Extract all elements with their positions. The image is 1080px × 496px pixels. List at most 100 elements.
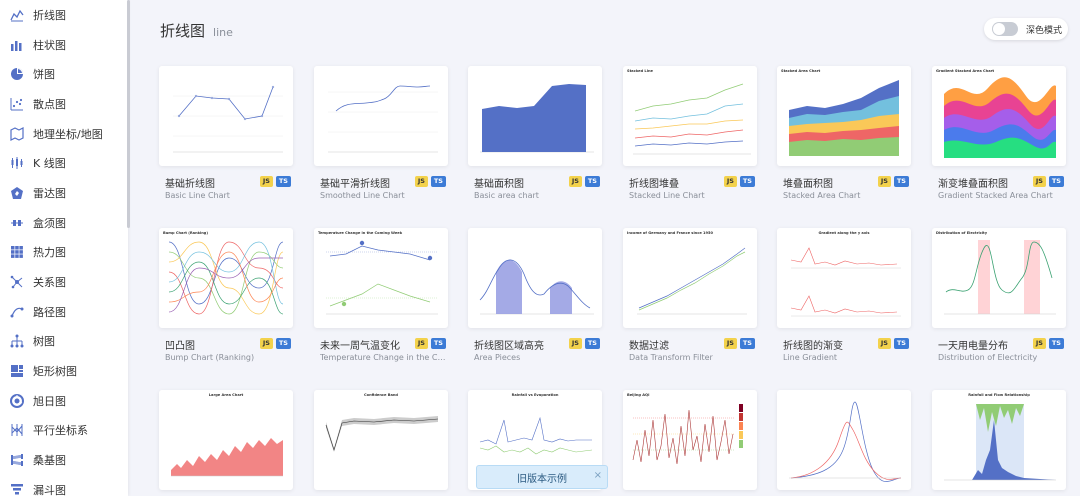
example-card-line-gradient[interactable]: Gradient along the y axis 折线图的渐变 JS TS L…	[777, 228, 911, 362]
card-title[interactable]: 数据过滤	[629, 337, 721, 352]
sidebar-item-label: 漏斗图	[33, 483, 66, 496]
example-card-large-area[interactable]: Large Area Chart	[159, 390, 293, 490]
card-title[interactable]: 基础平滑折线图	[320, 175, 412, 190]
ts-badge[interactable]: TS	[739, 176, 755, 187]
pie-chart-icon	[10, 67, 24, 81]
ts-badge[interactable]: TS	[430, 176, 446, 187]
chart-thumbnail[interactable]	[314, 66, 448, 166]
card-title[interactable]: 未来一周气温变化	[320, 337, 412, 352]
example-card-smoothed-line[interactable]: 基础平滑折线图 JS TS Smoothed Line Chart	[314, 66, 448, 200]
js-badge[interactable]: JS	[723, 338, 737, 349]
card-title[interactable]: 基础面积图	[474, 175, 566, 190]
close-icon[interactable]: ×	[594, 470, 602, 481]
sidebar-item-graph[interactable]: 关系图	[0, 267, 128, 297]
chart-thumbnail[interactable]: Income of Germany and France since 1950	[623, 228, 757, 328]
sidebar-item-map[interactable]: 地理坐标/地图	[0, 119, 128, 149]
chart-thumbnail[interactable]: Rainfall and Flow Relationship	[932, 390, 1066, 490]
sidebar-item-scatter[interactable]: 散点图	[0, 89, 128, 119]
ts-badge[interactable]: TS	[275, 338, 291, 349]
example-card-confidence-band[interactable]: Confidence Band	[314, 390, 448, 490]
js-badge[interactable]: JS	[568, 338, 582, 349]
example-card-basic-line[interactable]: 基础折线图 JS TS Basic Line Chart	[159, 66, 293, 200]
chart-thumbnail[interactable]: Stacked Line	[623, 66, 757, 166]
js-badge[interactable]: JS	[414, 176, 428, 187]
ts-badge[interactable]: TS	[275, 176, 291, 187]
chart-thumbnail[interactable]: Large Area Chart	[159, 390, 293, 490]
sidebar-item-sankey[interactable]: 桑基图	[0, 445, 128, 475]
sidebar-item-label: 树图	[33, 335, 55, 349]
example-card-area-pieces[interactable]: 折线图区域高亮 JS TS Area Pieces	[468, 228, 602, 362]
sidebar-scrollbar[interactable]	[127, 0, 130, 228]
js-badge[interactable]: JS	[1032, 176, 1046, 187]
sidebar-item-label: K 线图	[33, 157, 66, 171]
js-badge[interactable]: JS	[1032, 338, 1046, 349]
example-card-beijing-aqi[interactable]: Beijing AQI	[623, 390, 757, 490]
card-title[interactable]: 渐变堆叠面积图	[938, 175, 1030, 190]
example-card-data-transform-filter[interactable]: Income of Germany and France since 1950 …	[623, 228, 757, 362]
card-title[interactable]: 折线图堆叠	[629, 175, 721, 190]
chart-thumbnail[interactable]	[468, 228, 602, 328]
js-badge[interactable]: JS	[723, 176, 737, 187]
ts-badge[interactable]: TS	[893, 338, 909, 349]
main-content: 折线图 line 深色模式 基础折线图 JS TS Basic Line Cha…	[144, 0, 1080, 496]
js-badge[interactable]: JS	[259, 176, 273, 187]
example-card-temperature-change[interactable]: Temperature Change in the Coming Week 未来…	[314, 228, 448, 362]
sidebar-item-boxplot[interactable]: 盒须图	[0, 208, 128, 238]
chart-thumbnail[interactable]: Confidence Band	[314, 390, 448, 490]
example-card-stacked-line[interactable]: Stacked Line 折线图堆叠 JS TS Stacked Line Ch…	[623, 66, 757, 200]
ts-badge[interactable]: TS	[1048, 338, 1064, 349]
example-card-stacked-area[interactable]: Stacked Area Chart 堆叠面积图 JS TS Stacked A…	[777, 66, 911, 200]
ts-badge[interactable]: TS	[584, 176, 600, 187]
ts-badge[interactable]: TS	[893, 176, 909, 187]
sidebar-item-tree[interactable]: 树图	[0, 327, 128, 357]
sidebar-item-treemap[interactable]: 矩形树图	[0, 356, 128, 386]
sidebar-item-radar[interactable]: 雷达图	[0, 178, 128, 208]
ts-badge[interactable]: TS	[1048, 176, 1064, 187]
ts-badge[interactable]: TS	[430, 338, 446, 349]
example-card-bump-chart[interactable]: Bump Chart (Ranking) 凹凸图 JS TS Bump Char…	[159, 228, 293, 362]
dark-mode-toggle[interactable]: 深色模式	[984, 18, 1068, 40]
chart-thumbnail[interactable]: Distribution of Electricity	[932, 228, 1066, 328]
example-card-basic-area[interactable]: 基础面积图 JS TS Basic area chart	[468, 66, 602, 200]
card-title[interactable]: 堆叠面积图	[783, 175, 875, 190]
js-badge[interactable]: JS	[259, 338, 273, 349]
chart-thumbnail[interactable]	[777, 390, 911, 490]
js-badge[interactable]: JS	[568, 176, 582, 187]
js-badge[interactable]: JS	[877, 338, 891, 349]
card-title[interactable]: 凹凸图	[165, 337, 257, 352]
chart-thumbnail[interactable]	[468, 66, 602, 166]
card-title[interactable]: 折线图区域高亮	[474, 337, 566, 352]
sidebar-item-lines[interactable]: 路径图	[0, 297, 128, 327]
chart-thumbnail[interactable]: Gradient Stacked Area Chart	[932, 66, 1066, 166]
sidebar-item-line[interactable]: 折线图	[0, 0, 128, 30]
example-card-row3-col5[interactable]	[777, 390, 911, 490]
card-title[interactable]: 一天用电量分布	[938, 337, 1030, 352]
card-subtitle: Distribution of Electricity	[938, 353, 1038, 362]
ts-badge[interactable]: TS	[584, 338, 600, 349]
sidebar-item-pie[interactable]: 饼图	[0, 59, 128, 89]
chart-thumbnail[interactable]: Gradient along the y axis	[777, 228, 911, 328]
example-card-rainfall-flow[interactable]: Rainfall and Flow Relationship	[932, 390, 1066, 490]
card-title[interactable]: 基础折线图	[165, 175, 257, 190]
chart-thumbnail[interactable]: Stacked Area Chart	[777, 66, 911, 166]
example-card-electricity[interactable]: Distribution of Electricity 一天用电量分布 JS T…	[932, 228, 1066, 362]
chart-thumbnail[interactable]	[159, 66, 293, 166]
chart-thumbnail[interactable]: Beijing AQI	[623, 390, 757, 490]
ts-badge[interactable]: TS	[739, 338, 755, 349]
chart-thumbnail[interactable]: Bump Chart (Ranking)	[159, 228, 293, 328]
sidebar-item-label: 柱状图	[33, 38, 66, 52]
chart-thumbnail[interactable]: Temperature Change in the Coming Week	[314, 228, 448, 328]
toggle-switch[interactable]	[992, 22, 1018, 36]
sidebar-item-sunburst[interactable]: 旭日图	[0, 386, 128, 416]
sidebar-item-candlestick[interactable]: K 线图	[0, 148, 128, 178]
js-badge[interactable]: JS	[877, 176, 891, 187]
sidebar-item-parallel[interactable]: 平行坐标系	[0, 416, 128, 446]
sidebar-item-bar[interactable]: 柱状图	[0, 30, 128, 60]
card-title[interactable]: 折线图的渐变	[783, 337, 875, 352]
example-card-gradient-stacked-area[interactable]: Gradient Stacked Area Chart 渐变堆叠面积图 JS T…	[932, 66, 1066, 200]
toast-label[interactable]: 旧版本示例	[517, 470, 567, 485]
sidebar-item-heatmap[interactable]: 热力图	[0, 238, 128, 268]
js-badge[interactable]: JS	[414, 338, 428, 349]
legacy-examples-toast[interactable]: 旧版本示例 ×	[476, 465, 608, 489]
sidebar-item-funnel[interactable]: 漏斗图	[0, 475, 128, 496]
